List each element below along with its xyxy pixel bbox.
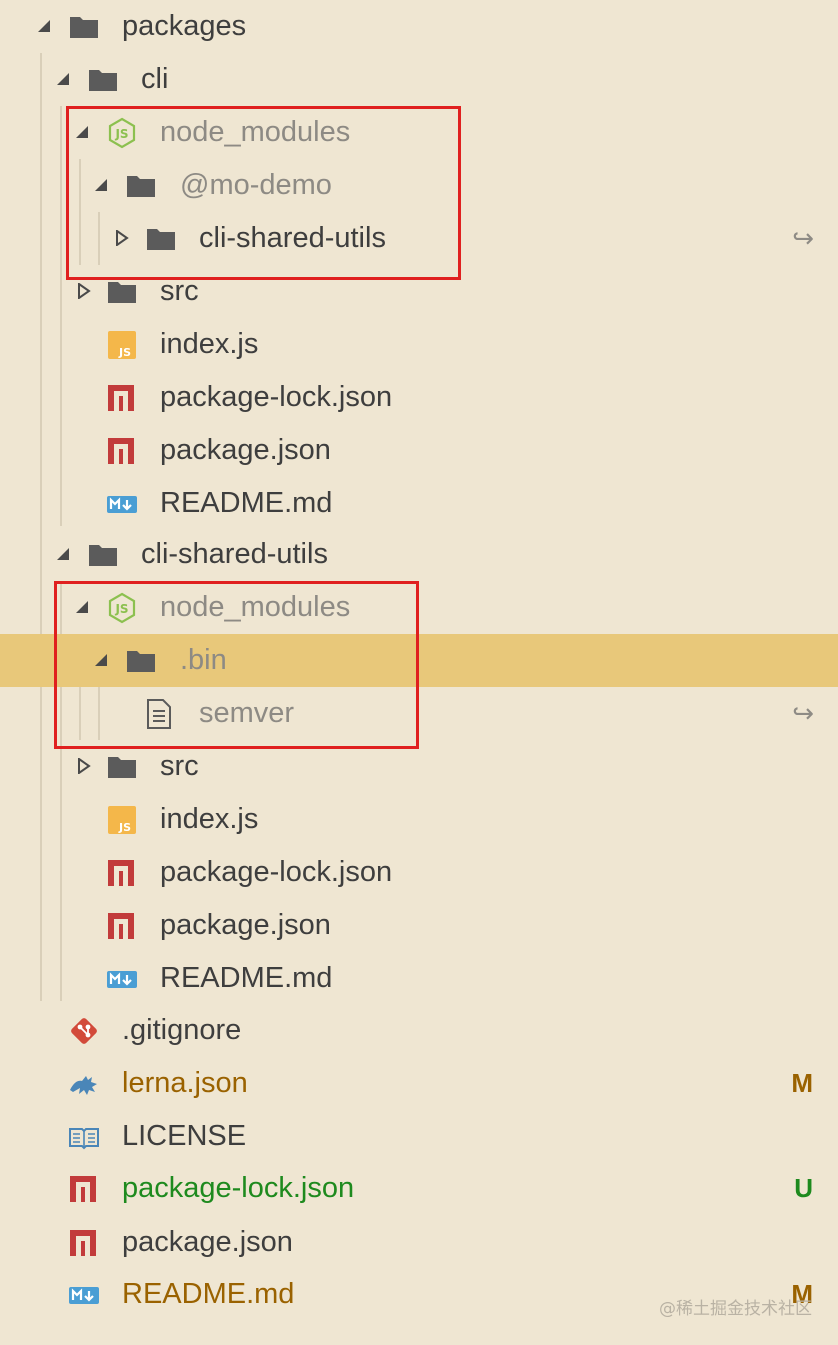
npm-icon (68, 1173, 100, 1205)
tree-item-label: README.md (160, 962, 333, 994)
tree-item-label: README.md (160, 487, 333, 519)
tree-item-label: package.json (160, 434, 331, 466)
symlink-icon: ↪ (792, 698, 814, 728)
tree-item-label: LICENSE (122, 1120, 247, 1152)
markdown-icon (106, 963, 138, 995)
tree-item-label: index.js (160, 803, 259, 835)
npm-icon (106, 910, 138, 942)
tree-item-label: cli-shared-utils (141, 538, 328, 570)
tree-item-label: package-lock.json (122, 1172, 355, 1204)
tree-item-label: packages (122, 10, 247, 42)
tree-item-index-js[interactable]: JS index.js (0, 793, 838, 846)
tree-item-label: cli (141, 63, 169, 95)
js-file-icon: JS (106, 329, 138, 361)
tree-item-label: .gitignore (122, 1014, 242, 1046)
chevron-down-icon[interactable] (34, 0, 54, 53)
highlight-box (54, 581, 419, 749)
tree-item-packages[interactable]: packages (0, 0, 838, 53)
tree-item-package-json[interactable]: package.json (0, 424, 838, 477)
svg-text:JS: JS (118, 821, 131, 834)
tree-item-label: package.json (122, 1226, 293, 1258)
tree-item-label: package-lock.json (160, 381, 393, 413)
markdown-icon (106, 488, 138, 520)
tree-item-license[interactable]: LICENSE (0, 1110, 838, 1163)
js-file-icon: JS (106, 804, 138, 836)
npm-icon (106, 382, 138, 414)
tree-item-label: index.js (160, 328, 259, 360)
npm-icon (68, 1227, 100, 1259)
git-icon (68, 1015, 100, 1047)
tree-item-label: package.json (160, 909, 331, 941)
highlight-box (66, 106, 461, 280)
tree-item-cli-shared-utils[interactable]: cli-shared-utils (0, 528, 838, 581)
npm-icon (106, 435, 138, 467)
npm-icon (106, 857, 138, 889)
folder-icon (106, 276, 138, 308)
tree-item-index-js[interactable]: JS index.js (0, 318, 838, 371)
tree-item-package-lock-json[interactable]: package-lock.json (0, 371, 838, 424)
tree-item-package-json[interactable]: package.json (0, 899, 838, 952)
tree-item-package-lock-json[interactable]: package-lock.json (0, 846, 838, 899)
svg-text:JS: JS (118, 346, 131, 359)
tree-item-package-lock-json[interactable]: package-lock.json U (0, 1162, 838, 1215)
folder-icon (87, 64, 119, 96)
tree-item-readme-md[interactable]: README.md (0, 477, 838, 530)
tree-item-gitignore[interactable]: .gitignore (0, 1004, 838, 1057)
folder-icon (68, 11, 100, 43)
chevron-down-icon[interactable] (53, 53, 73, 106)
tree-item-lerna-json[interactable]: lerna.json M (0, 1057, 838, 1110)
tree-item-label: README.md (122, 1278, 295, 1310)
tree-item-package-json[interactable]: package.json (0, 1216, 838, 1269)
watermark: @稀土掘金技术社区 (659, 1299, 812, 1319)
git-status-badge: M (791, 1068, 813, 1098)
book-icon (68, 1121, 100, 1153)
chevron-down-icon[interactable] (53, 528, 73, 581)
folder-icon (87, 539, 119, 571)
folder-icon (106, 751, 138, 783)
symlink-icon: ↪ (792, 223, 814, 253)
tree-item-readme-md[interactable]: README.md (0, 952, 838, 1005)
lerna-icon (68, 1068, 100, 1100)
tree-item-label: lerna.json (122, 1067, 248, 1099)
markdown-icon (68, 1279, 100, 1311)
file-explorer-tree: packages cli JS node_modules @mo-demo cl… (0, 0, 838, 1345)
git-status-badge: U (794, 1173, 813, 1203)
tree-item-label: package-lock.json (160, 856, 393, 888)
tree-item-cli[interactable]: cli (0, 53, 838, 106)
